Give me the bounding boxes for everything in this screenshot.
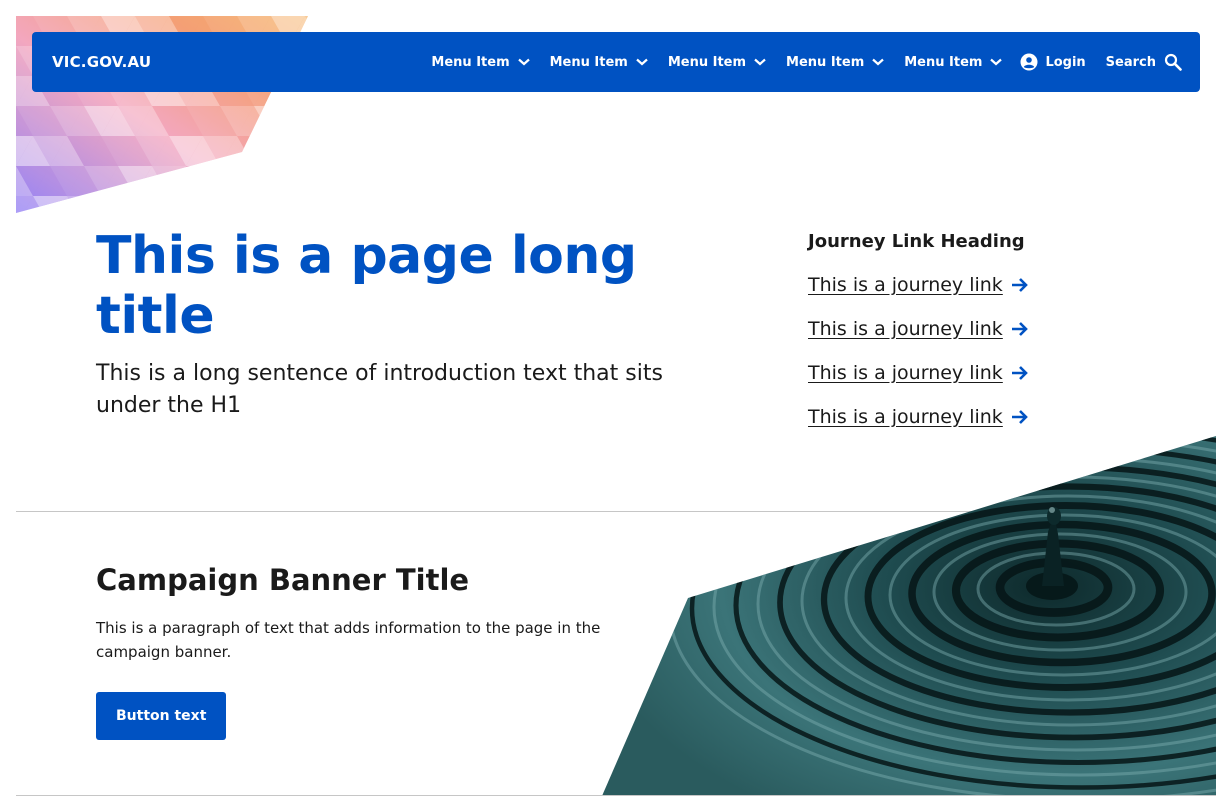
- journey-link-heading: Journey Link Heading: [808, 231, 1025, 252]
- nav-menu-item-label: Menu Item: [786, 54, 865, 70]
- campaign-banner-title: Campaign Banner Title: [96, 563, 470, 597]
- nav-menu-item-label: Menu Item: [667, 54, 747, 70]
- section-divider: [16, 795, 1216, 796]
- arrow-right-icon: [1011, 278, 1028, 292]
- nav-menu-item-3[interactable]: Menu Item: [668, 55, 766, 70]
- campaign-cta-button[interactable]: Button text: [96, 692, 227, 740]
- nav-menu-item-4[interactable]: Menu Item: [786, 55, 884, 70]
- site-logo[interactable]: VIC.GOV.AU: [52, 53, 151, 71]
- journey-link[interactable]: This is a journey link: [808, 272, 1108, 298]
- nav-menu-item-5[interactable]: Menu Item: [904, 54, 1003, 70]
- journey-link-label: This is a journey link: [808, 362, 1003, 384]
- journey-link-label: This is a journey link: [808, 274, 1003, 296]
- page: VIC.GOV.AU Menu Item Menu Item Menu Item…: [16, 16, 1216, 812]
- journey-link[interactable]: This is a journey link: [808, 316, 1108, 342]
- nav-menu-item-label: Menu Item: [431, 54, 510, 70]
- page-title: This is a page long title: [96, 226, 637, 346]
- login-button[interactable]: Login: [1020, 53, 1086, 71]
- user-circle-icon: [1020, 53, 1038, 71]
- nav-menu-item-label: Menu Item: [904, 54, 983, 70]
- arrow-right-icon: [1011, 366, 1028, 380]
- journey-link[interactable]: This is a journey link: [808, 360, 1108, 386]
- arrow-right-icon: [1011, 322, 1028, 336]
- chevron-down-icon: [872, 58, 884, 66]
- chevron-down-icon: [754, 58, 766, 66]
- page-intro-text: This is a long sentence of introduction …: [96, 361, 663, 418]
- search-button[interactable]: Search: [1106, 53, 1182, 71]
- journey-link[interactable]: This is a journey link: [808, 404, 1108, 430]
- journey-links: Journey Link Heading This is a journey l…: [808, 230, 1108, 448]
- journey-link-label: This is a journey link: [808, 318, 1003, 340]
- main-nav: Menu Item Menu Item Menu Item Menu Item …: [431, 32, 1182, 92]
- login-label: Login: [1045, 54, 1086, 70]
- journey-link-label: This is a journey link: [808, 406, 1003, 428]
- search-label: Search: [1105, 54, 1156, 70]
- nav-menu-item-2[interactable]: Menu Item: [550, 55, 648, 70]
- campaign-banner-text: This is a paragraph of text that adds in…: [96, 619, 601, 661]
- chevron-down-icon: [517, 58, 530, 66]
- nav-menu-item-label: Menu Item: [549, 54, 628, 70]
- search-icon: [1164, 53, 1182, 71]
- chevron-down-icon: [990, 58, 1003, 66]
- site-header: VIC.GOV.AU Menu Item Menu Item Menu Item…: [32, 32, 1200, 92]
- arrow-right-icon: [1011, 410, 1028, 424]
- chevron-down-icon: [636, 58, 648, 66]
- campaign-banner-image: [602, 436, 1216, 796]
- nav-menu-item-1[interactable]: Menu Item: [431, 54, 530, 70]
